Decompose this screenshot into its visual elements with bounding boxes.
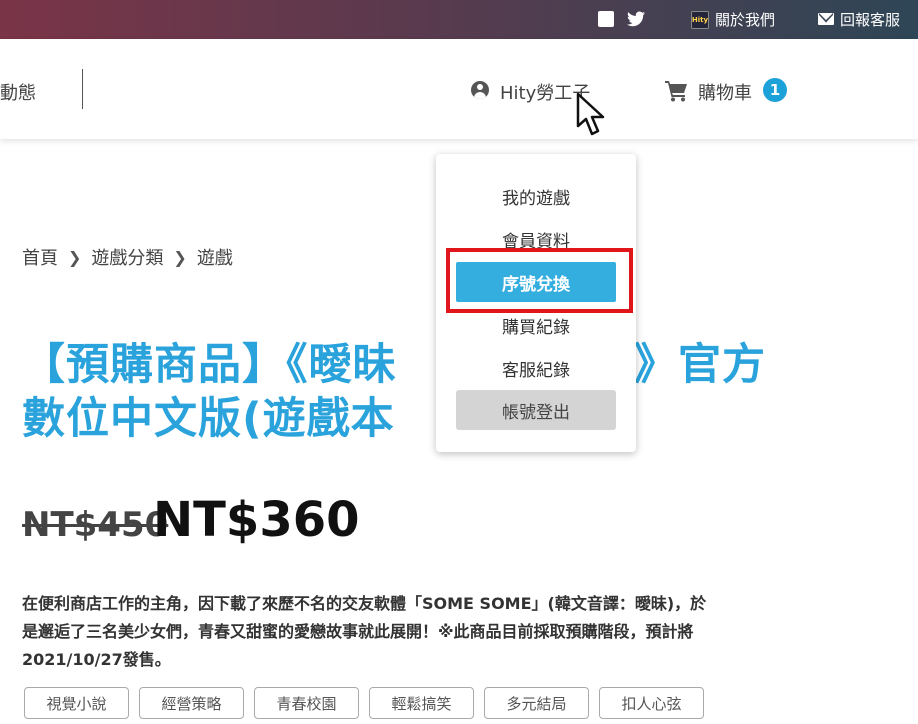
chevron-right-icon: ❯ (173, 247, 187, 267)
sale-price: NT$360 (153, 492, 360, 548)
top-bar: f Hity 關於我們 回報客服 (0, 0, 918, 39)
breadcrumb-category[interactable]: 遊戲分類 (91, 244, 163, 270)
twitter-icon[interactable] (627, 11, 645, 27)
breadcrumb-current[interactable]: 遊戲 (197, 244, 233, 270)
user-icon[interactable] (471, 81, 489, 99)
product-title-line2: 數位中文版(遊戲本 (22, 394, 395, 444)
cart-icon[interactable] (665, 80, 689, 102)
tag-item[interactable]: 扣人心弦 (599, 687, 704, 719)
hity-logo-icon: Hity (691, 11, 709, 29)
tag-item[interactable]: 經營策略 (139, 687, 244, 719)
tag-item[interactable]: 多元結局 (484, 687, 589, 719)
nav-item-dynamic[interactable]: 動態 (0, 79, 36, 105)
tag-list: 視覺小說 經營策略 青春校園 輕鬆搞笑 多元結局 扣人心弦 (24, 687, 704, 719)
nav-divider (82, 69, 83, 109)
logout-button[interactable]: 帳號登出 (456, 390, 616, 430)
tag-item[interactable]: 輕鬆搞笑 (369, 687, 474, 719)
breadcrumb-home[interactable]: 首頁 (22, 244, 58, 270)
about-link[interactable]: 關於我們 (715, 0, 775, 39)
original-price: NT$450 (22, 505, 169, 545)
product-title-line1-tail: 》官方 (634, 340, 766, 390)
cart-button[interactable]: 購物車 (698, 79, 752, 105)
cart-count-badge: 1 (763, 78, 787, 102)
product-title: 【預購商品】《曖昧 》官方 數位中文版(遊戲本 (22, 338, 802, 446)
product-description: 在便利商店工作的主角，因下載了來歷不名的交友軟體「SOME SOME」(韓文音譯… (22, 594, 707, 669)
highlight-box (446, 248, 633, 313)
envelope-icon (818, 13, 834, 25)
main-header: 動態 Hity勞工子 購物車 1 (0, 39, 918, 139)
menu-item-support-history[interactable]: 客服紀錄 (456, 348, 616, 388)
product-title-line1: 【預購商品】《曖昧 (22, 340, 397, 390)
tag-item[interactable]: 青春校園 (254, 687, 359, 719)
chevron-right-icon: ❯ (68, 247, 82, 267)
tag-item[interactable]: 視覺小說 (24, 687, 129, 719)
facebook-icon[interactable]: f (598, 10, 614, 28)
breadcrumb: 首頁 ❯ 遊戲分類 ❯ 遊戲 (22, 244, 233, 270)
support-link[interactable]: 回報客服 (840, 0, 900, 39)
mouse-pointer-icon (576, 92, 605, 136)
menu-item-my-games[interactable]: 我的遊戲 (456, 176, 616, 216)
